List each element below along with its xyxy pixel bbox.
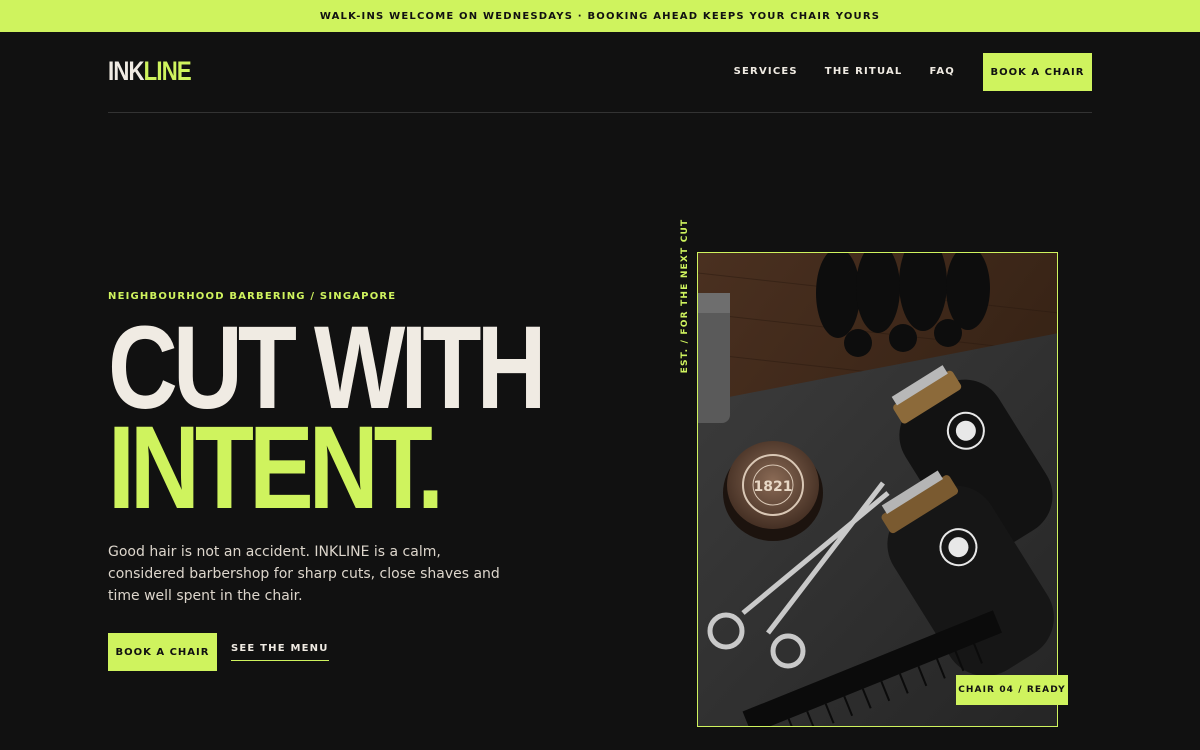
hero-description: Good hair is not an accident. INKLINE is… [108,544,500,604]
chair-status-badge: CHAIR 04 / READY [956,675,1068,705]
barber-tools-illustration: 1821 [698,253,1057,726]
nav-link-services[interactable]: SERVICES [734,66,798,77]
site-header: INKLINE SERVICES THE RITUAL FAQ BOOK A C… [108,32,1092,113]
vertical-caption-text: EST. / FOR THE NEXT CUT [680,218,690,374]
vertical-caption: EST. / FOR THE NEXT CUT [678,219,692,374]
nav-link-faq[interactable]: FAQ [929,66,955,77]
hero-eyebrow: NEIGHBOURHOOD BARBERING / SINGAPORE [108,291,397,302]
hero-headline: CUT WITH INTENT. [108,309,546,527]
brand-logo[interactable]: INKLINE [108,56,192,87]
tin-label: 1821 [754,479,793,495]
book-a-chair-button[interactable]: BOOK A CHAIR [108,633,217,671]
primary-nav: SERVICES THE RITUAL FAQ [734,66,955,77]
hero-photo: 1821 [697,252,1058,727]
brand-name-part2: LINE [143,56,192,86]
announcement-bar: WALK-INS WELCOME ON WEDNESDAYS · BOOKING… [0,0,1200,32]
bottle-icon [698,293,730,423]
book-a-chair-nav-button[interactable]: BOOK A CHAIR [983,53,1092,91]
nav-link-the-ritual[interactable]: THE RITUAL [825,66,903,77]
announcement-text: WALK-INS WELCOME ON WEDNESDAYS · BOOKING… [319,10,881,22]
brand-name-part1: INK [108,56,144,86]
see-the-menu-link[interactable]: SEE THE MENU [231,643,329,661]
